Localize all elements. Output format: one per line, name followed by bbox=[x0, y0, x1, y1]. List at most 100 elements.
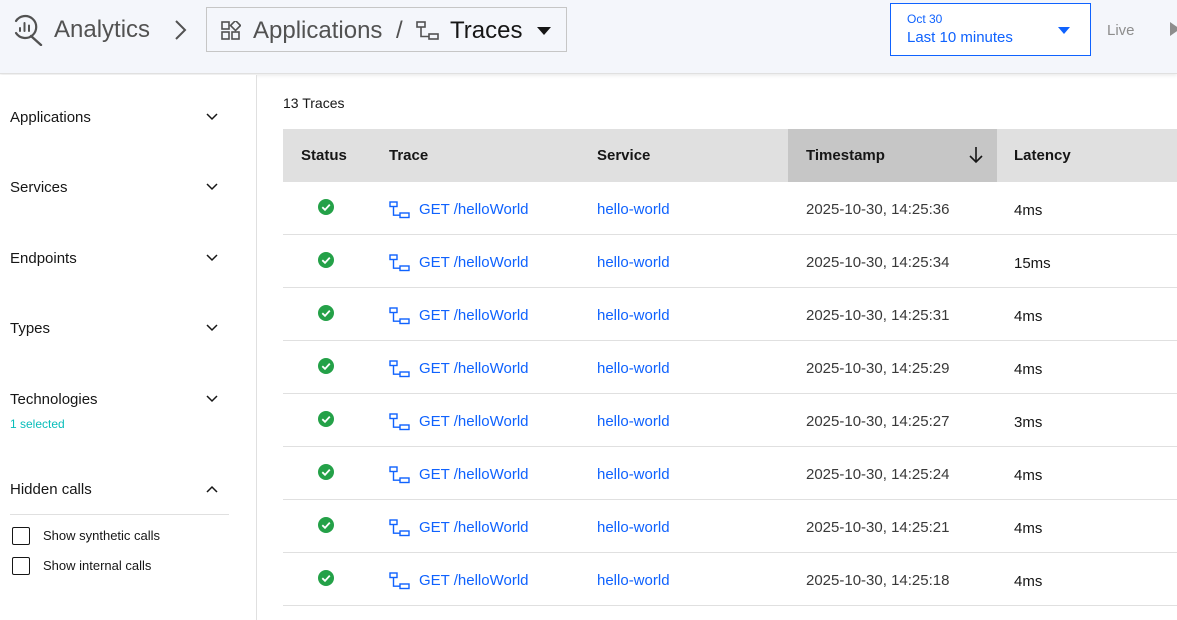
filter-label: Services bbox=[10, 179, 68, 196]
table-row[interactable]: GET /helloWorld hello-world 2025-10-30, 14… bbox=[283, 182, 1177, 235]
table-row[interactable]: GET /helloWorld hello-world 2025-10-30, 14… bbox=[283, 235, 1177, 288]
latency-cell: 4ms bbox=[1014, 520, 1043, 537]
filter-label: Hidden calls bbox=[10, 481, 92, 498]
filter-label: Applications bbox=[10, 109, 91, 126]
checkbox-label: Show synthetic calls bbox=[43, 528, 161, 543]
trace-link[interactable]: GET /helloWorld bbox=[419, 360, 529, 377]
service-link[interactable]: hello-world bbox=[597, 413, 670, 430]
app-title[interactable]: Analytics bbox=[54, 16, 150, 44]
chevron-down-icon bbox=[206, 113, 218, 121]
filter-label: Endpoints bbox=[10, 250, 77, 267]
service-link[interactable]: hello-world bbox=[597, 572, 670, 589]
arrow-down-icon[interactable] bbox=[968, 146, 984, 164]
timestamp-cell: 2025-10-30, 14:25:36 bbox=[806, 201, 950, 218]
trace-icon bbox=[389, 201, 410, 219]
divider bbox=[10, 514, 229, 515]
timestamp-cell: 2025-10-30, 14:25:18 bbox=[806, 572, 950, 589]
timestamp-cell: 2025-10-30, 14:25:31 bbox=[806, 307, 950, 324]
trace-link[interactable]: GET /helloWorld bbox=[419, 466, 529, 483]
latency-cell: 3ms bbox=[1014, 414, 1043, 431]
live-label: Live bbox=[1107, 22, 1135, 39]
service-link[interactable]: hello-world bbox=[597, 254, 670, 271]
checkmark-filled-icon bbox=[318, 252, 334, 268]
column-header-trace[interactable]: Trace bbox=[389, 147, 428, 164]
service-link[interactable]: hello-world bbox=[597, 466, 670, 483]
latency-cell: 4ms bbox=[1014, 202, 1043, 219]
timestamp-cell: 2025-10-30, 14:25:29 bbox=[806, 360, 950, 377]
time-range-label: Last 10 minutes bbox=[907, 29, 1013, 46]
show-synthetic-calls-checkbox[interactable]: Show synthetic calls bbox=[12, 526, 232, 546]
checkmark-filled-icon bbox=[318, 305, 334, 321]
column-header-latency[interactable]: Latency bbox=[1014, 147, 1071, 164]
service-link[interactable]: hello-world bbox=[597, 201, 670, 218]
column-header-timestamp[interactable]: Timestamp bbox=[806, 147, 885, 164]
trace-icon bbox=[389, 360, 410, 378]
live-button[interactable]: Live bbox=[1092, 3, 1152, 56]
checkmark-filled-icon bbox=[318, 199, 334, 215]
trace-icon bbox=[389, 413, 410, 431]
chevron-down-icon bbox=[206, 324, 218, 332]
trace-count: 13 Traces bbox=[283, 95, 345, 111]
scope-selector[interactable]: Applications / Traces bbox=[206, 7, 567, 52]
checkmark-filled-icon bbox=[318, 464, 334, 480]
column-header-service[interactable]: Service bbox=[597, 147, 650, 164]
time-range-picker[interactable]: Oct 30 Last 10 minutes bbox=[890, 3, 1091, 56]
trace-link[interactable]: GET /helloWorld bbox=[419, 572, 529, 589]
trace-icon bbox=[389, 466, 410, 484]
service-link[interactable]: hello-world bbox=[597, 360, 670, 377]
application-icon bbox=[221, 21, 241, 40]
trace-link[interactable]: GET /helloWorld bbox=[419, 519, 529, 536]
trace-icon bbox=[389, 307, 410, 325]
table-row[interactable]: GET /helloWorld hello-world 2025-10-30, 14… bbox=[283, 500, 1177, 553]
time-range-date: Oct 30 bbox=[907, 12, 943, 26]
latency-cell: 15ms bbox=[1014, 255, 1051, 272]
table-row[interactable]: GET /helloWorld hello-world 2025-10-30, 14… bbox=[283, 394, 1177, 447]
trace-icon bbox=[389, 572, 410, 590]
checkbox-label: Show internal calls bbox=[43, 558, 152, 573]
timestamp-cell: 2025-10-30, 14:25:21 bbox=[806, 519, 950, 536]
trace-link[interactable]: GET /helloWorld bbox=[419, 413, 529, 430]
timestamp-cell: 2025-10-30, 14:25:24 bbox=[806, 466, 950, 483]
checkmark-filled-icon bbox=[318, 517, 334, 533]
chevron-down-icon bbox=[206, 395, 218, 403]
checkmark-filled-icon bbox=[318, 570, 334, 586]
trace-link[interactable]: GET /helloWorld bbox=[419, 307, 529, 324]
trace-icon bbox=[416, 21, 439, 40]
trace-link[interactable]: GET /helloWorld bbox=[419, 254, 529, 271]
filter-selected-count: 1 selected bbox=[10, 417, 65, 431]
table-row[interactable]: GET /helloWorld hello-world 2025-10-30, 14… bbox=[283, 341, 1177, 394]
column-header-status[interactable]: Status bbox=[301, 147, 347, 164]
chevron-down-icon bbox=[206, 254, 218, 262]
trace-icon bbox=[389, 519, 410, 537]
table-row[interactable]: GET /helloWorld hello-world 2025-10-30, 14… bbox=[283, 288, 1177, 341]
trace-icon bbox=[389, 254, 410, 272]
chevron-down-icon bbox=[206, 183, 218, 191]
latency-cell: 4ms bbox=[1014, 467, 1043, 484]
play-icon[interactable] bbox=[1170, 22, 1177, 36]
scope-current-label: Traces bbox=[450, 17, 523, 44]
service-link[interactable]: hello-world bbox=[597, 307, 670, 324]
checkbox[interactable] bbox=[12, 557, 30, 575]
timestamp-cell: 2025-10-30, 14:25:34 bbox=[806, 254, 950, 271]
table-row[interactable]: GET /helloWorld hello-world 2025-10-30, 14… bbox=[283, 553, 1177, 606]
table-row[interactable]: GET /helloWorld hello-world 2025-10-30, 14… bbox=[283, 447, 1177, 500]
timestamp-cell: 2025-10-30, 14:25:27 bbox=[806, 413, 950, 430]
latency-cell: 4ms bbox=[1014, 308, 1043, 325]
filter-label: Technologies bbox=[10, 391, 98, 408]
filter-label: Types bbox=[10, 320, 51, 337]
breadcrumb-chevron-icon bbox=[175, 20, 187, 40]
scope-group-label: Applications bbox=[253, 17, 383, 44]
caret-down-icon bbox=[1058, 27, 1070, 34]
service-link[interactable]: hello-world bbox=[597, 519, 670, 536]
latency-cell: 4ms bbox=[1014, 361, 1043, 378]
chevron-up-icon bbox=[206, 485, 218, 493]
top-header: Analytics Applications / Traces Oct 30 L… bbox=[0, 0, 1177, 74]
show-internal-calls-checkbox[interactable]: Show internal calls bbox=[12, 556, 232, 576]
checkmark-filled-icon bbox=[318, 411, 334, 427]
latency-cell: 4ms bbox=[1014, 573, 1043, 590]
caret-down-icon bbox=[537, 27, 551, 35]
trace-link[interactable]: GET /helloWorld bbox=[419, 201, 529, 218]
checkmark-filled-icon bbox=[318, 358, 334, 374]
checkbox[interactable] bbox=[12, 527, 30, 545]
table-header: Status Trace Service Timestamp Latency bbox=[283, 129, 1177, 182]
